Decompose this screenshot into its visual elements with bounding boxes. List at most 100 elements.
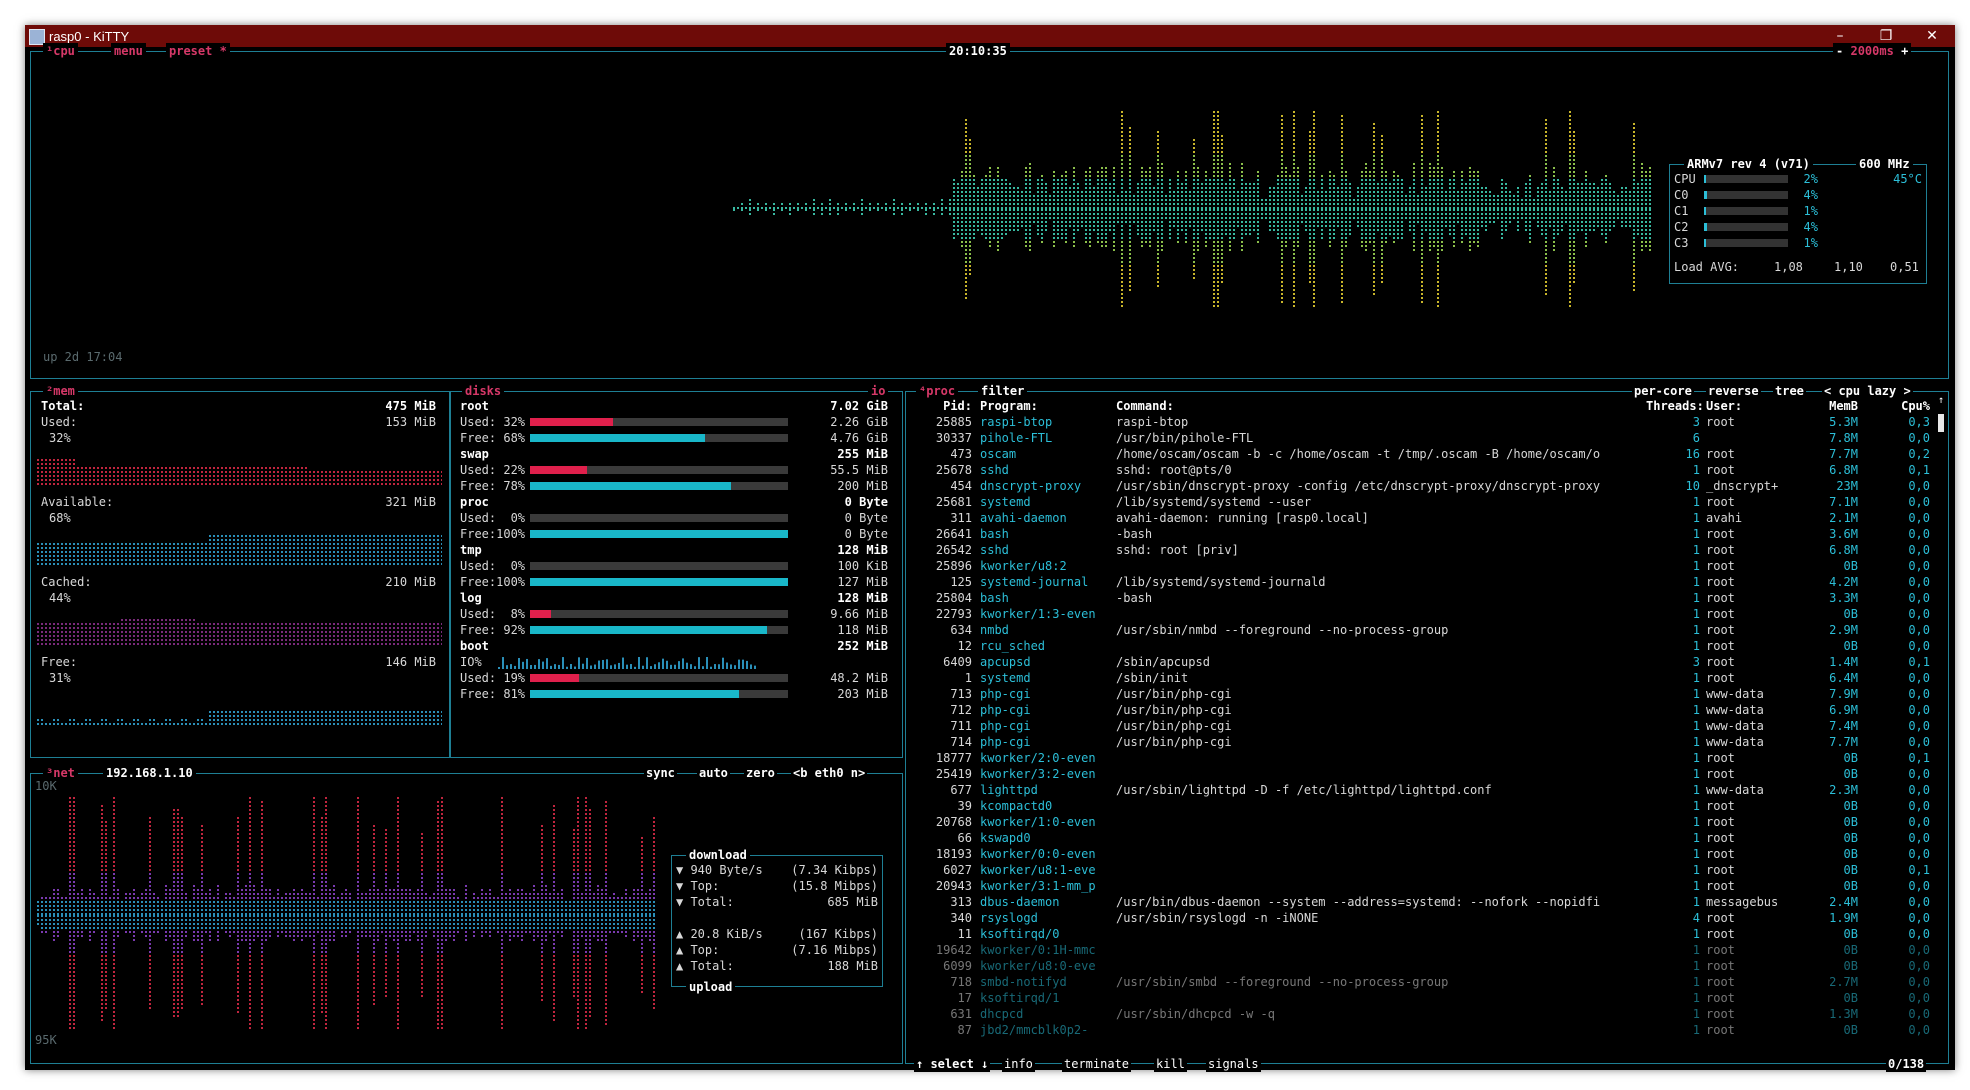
graph-dot bbox=[845, 207, 847, 209]
graph-dot bbox=[377, 559, 379, 561]
graph-dot bbox=[225, 639, 227, 641]
graph-dot bbox=[1121, 147, 1123, 149]
graph-dot bbox=[105, 627, 107, 629]
graph-dot bbox=[109, 551, 111, 553]
graph-dot bbox=[293, 547, 295, 549]
graph-dot bbox=[1229, 237, 1231, 239]
graph-dot bbox=[1309, 241, 1311, 243]
graph-dot bbox=[1545, 253, 1547, 255]
graph-dot bbox=[205, 555, 207, 557]
graph-dot bbox=[1565, 213, 1567, 215]
graph-dot bbox=[1573, 175, 1575, 177]
graph-dot bbox=[1029, 191, 1031, 193]
graph-dot bbox=[1373, 143, 1375, 145]
graph-dot bbox=[969, 273, 971, 275]
graph-dot bbox=[149, 643, 151, 645]
graph-dot bbox=[1061, 229, 1063, 231]
graph-dot bbox=[1185, 233, 1187, 235]
graph-dot bbox=[1033, 199, 1035, 201]
graph-dot bbox=[1473, 175, 1475, 177]
graph-dot bbox=[1633, 245, 1635, 247]
graph-dot bbox=[1201, 199, 1203, 201]
interval-increase[interactable]: + bbox=[1901, 44, 1908, 58]
graph-dot bbox=[1161, 209, 1163, 211]
graph-dot bbox=[1069, 207, 1071, 209]
graph-dot bbox=[1129, 249, 1131, 251]
graph-dot bbox=[1101, 167, 1103, 169]
graph-dot bbox=[1373, 147, 1375, 149]
graph-dot bbox=[361, 535, 363, 537]
graph-dot bbox=[1193, 155, 1195, 157]
graph-dot bbox=[1413, 183, 1415, 185]
graph-dot bbox=[1441, 217, 1443, 219]
terminal[interactable]: ¹cpu menu preset * 20:10:35 - 2000ms + u… bbox=[25, 43, 1955, 1072]
mem-used-label: Used: bbox=[41, 415, 78, 429]
graph-dot bbox=[65, 463, 67, 465]
graph-dot bbox=[85, 467, 87, 469]
graph-dot bbox=[1633, 209, 1635, 211]
graph-dot bbox=[1381, 195, 1383, 197]
graph-dot bbox=[1369, 195, 1371, 197]
graph-dot bbox=[1641, 249, 1643, 251]
cpu-tab[interactable]: ¹cpu bbox=[43, 43, 78, 59]
graph-dot bbox=[997, 183, 999, 185]
graph-dot bbox=[1021, 203, 1023, 205]
graph-dot bbox=[1545, 213, 1547, 215]
graph-dot bbox=[1081, 203, 1083, 205]
graph-dot bbox=[1129, 213, 1131, 215]
graph-dot bbox=[1337, 195, 1339, 197]
graph-dot bbox=[85, 479, 87, 481]
graph-dot bbox=[1205, 183, 1207, 185]
cpu-graph bbox=[733, 111, 1651, 307]
graph-dot bbox=[1157, 147, 1159, 149]
graph-dot bbox=[1097, 171, 1099, 173]
graph-dot bbox=[1381, 191, 1383, 193]
preset-tab[interactable]: preset * bbox=[166, 43, 230, 59]
graph-dot bbox=[1413, 229, 1415, 231]
graph-dot bbox=[233, 643, 235, 645]
graph-dot bbox=[1329, 179, 1331, 181]
graph-dot bbox=[1121, 257, 1123, 259]
graph-dot bbox=[1529, 225, 1531, 227]
graph-dot bbox=[1125, 213, 1127, 215]
graph-dot bbox=[57, 467, 59, 469]
graph-dot bbox=[1393, 183, 1395, 185]
graph-dot bbox=[1649, 199, 1651, 201]
graph-dot bbox=[269, 547, 271, 549]
graph-dot bbox=[1317, 217, 1319, 219]
graph-dot bbox=[1017, 221, 1019, 223]
graph-dot bbox=[1385, 233, 1387, 235]
mem-title[interactable]: ²mem bbox=[43, 383, 78, 399]
graph-dot bbox=[1029, 249, 1031, 251]
graph-dot bbox=[997, 187, 999, 189]
graph-dot bbox=[1073, 187, 1075, 189]
graph-dot bbox=[813, 207, 815, 209]
graph-dot bbox=[193, 479, 195, 481]
graph-dot bbox=[1569, 233, 1571, 235]
graph-dot bbox=[1601, 203, 1603, 205]
graph-dot bbox=[1313, 301, 1315, 303]
graph-dot bbox=[1461, 195, 1463, 197]
graph-dot bbox=[325, 471, 327, 473]
graph-dot bbox=[137, 471, 139, 473]
close-button[interactable]: ✕ bbox=[1909, 25, 1955, 47]
graph-dot bbox=[1649, 249, 1651, 251]
graph-dot bbox=[1281, 207, 1283, 209]
graph-dot bbox=[277, 555, 279, 557]
menu-tab[interactable]: menu bbox=[111, 43, 146, 59]
graph-dot bbox=[1309, 159, 1311, 161]
graph-dot bbox=[1293, 143, 1295, 145]
graph-dot bbox=[225, 535, 227, 537]
graph-dot bbox=[1569, 159, 1571, 161]
graph-dot bbox=[393, 475, 395, 477]
graph-dot bbox=[45, 559, 47, 561]
graph-dot bbox=[201, 551, 203, 553]
graph-dot bbox=[225, 483, 227, 485]
interval-decrease[interactable]: - bbox=[1836, 44, 1843, 58]
graph-dot bbox=[1005, 179, 1007, 181]
graph-dot bbox=[1369, 241, 1371, 243]
graph-dot bbox=[1229, 175, 1231, 177]
graph-dot bbox=[73, 475, 75, 477]
interval-control[interactable]: - 2000ms + bbox=[1833, 43, 1912, 59]
graph-dot bbox=[1297, 179, 1299, 181]
